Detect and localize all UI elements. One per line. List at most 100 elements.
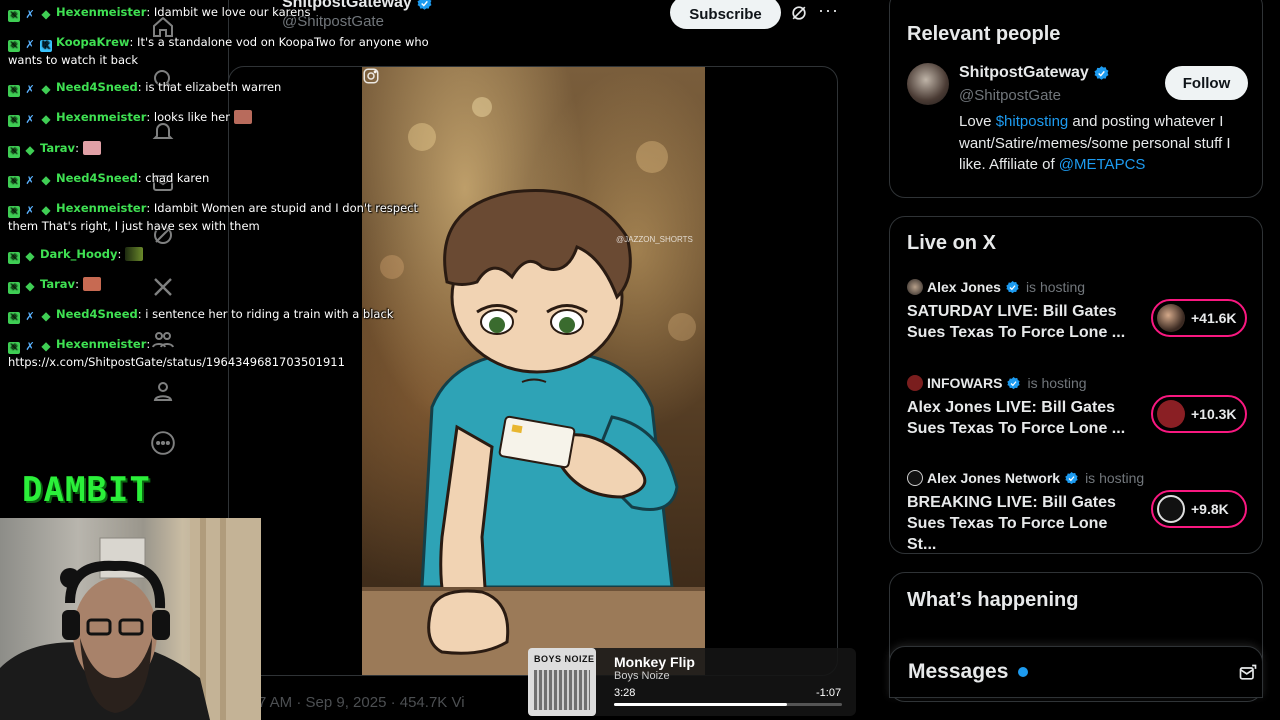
more-icon[interactable] bbox=[148, 428, 178, 458]
messages-title[interactable]: Messages bbox=[908, 660, 1008, 684]
bio-cashtag-link[interactable]: $hitposting bbox=[996, 113, 1069, 130]
moderator-badge-icon: ✕ bbox=[8, 312, 20, 324]
verified-badge-icon bbox=[1065, 471, 1078, 484]
webcam-person-illustration bbox=[0, 518, 261, 720]
live-title[interactable]: BREAKING LIVE: Bill Gates Sues Texas To … bbox=[907, 492, 1137, 555]
live-title[interactable]: Alex Jones LIVE: Bill Gates Sues Texas T… bbox=[907, 397, 1137, 439]
messages-drawer[interactable]: Messages bbox=[889, 646, 1263, 698]
chat-message: ✕ ✗ ◆ Hexenmeister: looks like her bbox=[8, 109, 448, 127]
webcam-feed bbox=[0, 518, 261, 720]
verified-badge-icon bbox=[1094, 65, 1109, 80]
avatar[interactable] bbox=[907, 63, 949, 105]
live-listeners-pill[interactable]: +41.6K bbox=[1151, 299, 1247, 337]
sword-badge-icon: ✗ bbox=[25, 204, 35, 217]
post-video[interactable]: @JAZZON_SHORTS bbox=[362, 67, 705, 675]
album-art-text: BOYS NOIZE bbox=[534, 654, 595, 664]
chat-text: chad karen bbox=[145, 171, 210, 185]
album-art-pattern bbox=[534, 670, 590, 710]
chat-username: KoopaKrew bbox=[56, 35, 130, 49]
dambit-logo: DAMBIT bbox=[22, 470, 151, 510]
live-listeners-pill[interactable]: +10.3K bbox=[1151, 395, 1247, 433]
chat-message: ✕ ✗ ◆ Hexenmeister: Idambit we love our kar… bbox=[8, 4, 448, 22]
verified-badge-icon bbox=[1007, 376, 1021, 389]
moderator-badge-icon: ✕ bbox=[8, 282, 20, 294]
bio-mention-link[interactable]: @METAPCS bbox=[1059, 156, 1146, 173]
chat-username: Need4Sneed bbox=[56, 80, 138, 94]
track-progress-fill bbox=[614, 703, 788, 706]
new-message-icon[interactable] bbox=[1238, 663, 1258, 683]
bio-text: Love bbox=[959, 113, 996, 130]
moderator-badge-icon: ✕ bbox=[8, 10, 20, 22]
relevant-person-bio: Love $hitposting and posting whatever I … bbox=[959, 111, 1251, 176]
avatar bbox=[1157, 400, 1185, 428]
track-remaining: -1:07 bbox=[816, 687, 842, 699]
chat-message: ✕ ✗ K KoopaKrew: It's a standalone vod on K… bbox=[8, 35, 429, 67]
moderator-badge-icon: ✕ bbox=[8, 206, 20, 218]
chat-username: Hexenmeister bbox=[56, 337, 147, 351]
sword-badge-icon: ✗ bbox=[25, 113, 35, 126]
diamond-badge-icon: ◆ bbox=[41, 112, 51, 126]
chat-message: ✕ ✗ ◆ Need4Sneed: is that elizabeth warren bbox=[8, 79, 448, 97]
sword-badge-icon: ✗ bbox=[25, 83, 35, 96]
is-hosting-label: is hosting bbox=[1085, 470, 1145, 486]
live-count: +10.3K bbox=[1191, 406, 1237, 422]
relevant-people-card: Relevant people ShitpostGateway @Shitpos… bbox=[889, 0, 1263, 198]
chat-username: Need4Sneed bbox=[56, 171, 138, 185]
chat-username: Dark_Hoody bbox=[40, 247, 118, 261]
follow-button[interactable]: Follow bbox=[1165, 66, 1248, 100]
diamond-badge-icon: ◆ bbox=[41, 309, 51, 323]
sword-badge-icon: ✗ bbox=[25, 340, 35, 353]
chat-username: Tarav bbox=[40, 277, 76, 291]
live-host: Alex Jones is hosting bbox=[907, 279, 1085, 295]
diamond-badge-icon: ◆ bbox=[41, 7, 51, 21]
chat-username: Hexenmeister bbox=[56, 5, 147, 19]
cartoon-bartender-illustration bbox=[362, 97, 705, 675]
chat-text: https://x.com/ShitpostGate/status/196434… bbox=[8, 355, 345, 369]
emote-image bbox=[125, 247, 144, 261]
subscribe-button[interactable]: Subscribe bbox=[670, 0, 781, 29]
chat-text: i sentence her to riding a train with a … bbox=[145, 307, 394, 321]
verified-badge-icon bbox=[1006, 280, 1019, 293]
diamond-badge-icon: ◆ bbox=[25, 143, 35, 157]
live-title[interactable]: SATURDAY LIVE: Bill Gates Sues Texas To … bbox=[907, 301, 1137, 343]
live-host-name: INFOWARS bbox=[927, 375, 1003, 391]
diamond-badge-icon: ◆ bbox=[41, 203, 51, 217]
emote-image bbox=[233, 110, 252, 124]
live-on-x-title: Live on X bbox=[907, 232, 996, 254]
moderator-badge-icon: ✕ bbox=[8, 146, 20, 158]
moderator-badge-icon: ✕ bbox=[8, 40, 20, 52]
sword-badge-icon: ✗ bbox=[25, 310, 35, 323]
relevant-people-title: Relevant people bbox=[907, 23, 1061, 45]
live-item[interactable]: Alex Jones Network is hosting BREAKING L… bbox=[907, 470, 1252, 553]
live-host-name: Alex Jones bbox=[927, 279, 1001, 295]
chat-message: ✕ ◆ Dark_Hoody: bbox=[8, 246, 448, 264]
post-more-icon[interactable]: ··· bbox=[818, 1, 838, 22]
diamond-badge-icon: ◆ bbox=[41, 339, 51, 353]
moderator-badge-icon: ✕ bbox=[8, 176, 20, 188]
is-hosting-label: is hosting bbox=[1025, 279, 1086, 295]
track-progress-bar bbox=[614, 703, 842, 706]
relevant-person-name-text[interactable]: ShitpostGateway bbox=[959, 64, 1089, 82]
relevant-person-name[interactable]: ShitpostGateway bbox=[959, 64, 1110, 82]
live-host: INFOWARS is hosting bbox=[907, 375, 1087, 391]
chat-message: ✕ ◆ Tarav: bbox=[8, 276, 448, 294]
emote-image bbox=[82, 277, 101, 291]
chat-message: ✕ ◆ Tarav: bbox=[8, 140, 448, 158]
grok-explain-icon[interactable] bbox=[789, 3, 809, 23]
relevant-person-handle[interactable]: @ShitpostGate bbox=[959, 87, 1061, 104]
chat-text: looks like her bbox=[153, 110, 230, 124]
live-item[interactable]: Alex Jones is hosting SATURDAY LIVE: Bil… bbox=[907, 279, 1252, 359]
profile-icon[interactable] bbox=[148, 376, 178, 406]
live-count: +9.8K bbox=[1191, 501, 1229, 517]
chat-username: Tarav bbox=[40, 141, 76, 155]
diamond-badge-icon: ◆ bbox=[41, 173, 51, 187]
live-listeners-pill[interactable]: +9.8K bbox=[1151, 490, 1247, 528]
now-playing-widget: BOYS NOIZE Monkey Flip Boys Noize 3:28 -… bbox=[528, 648, 856, 716]
chat-message: ✕ ✗ ◆ Hexenmeister: Idambit Women are stupi… bbox=[8, 201, 418, 233]
chat-username: Hexenmeister bbox=[56, 110, 147, 124]
live-host: Alex Jones Network is hosting bbox=[907, 470, 1144, 486]
album-art: BOYS NOIZE bbox=[528, 648, 596, 716]
track-elapsed: 3:28 bbox=[614, 687, 636, 699]
live-item[interactable]: INFOWARS is hosting Alex Jones LIVE: Bil… bbox=[907, 375, 1252, 455]
moderator-badge-icon: ✕ bbox=[8, 342, 20, 354]
